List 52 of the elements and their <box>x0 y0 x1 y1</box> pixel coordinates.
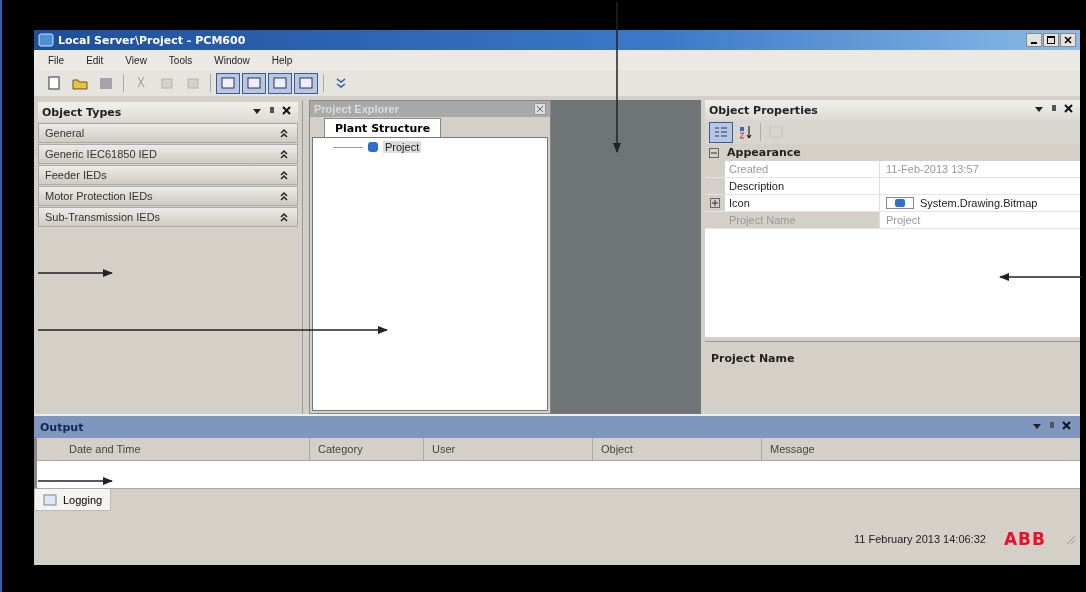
toolbar-icon[interactable] <box>216 72 240 94</box>
category-label: Appearance <box>727 146 801 159</box>
description-title: Project Name <box>711 352 795 365</box>
tree-item[interactable]: Project <box>383 141 422 153</box>
menu-item[interactable]: Window <box>214 54 250 66</box>
panel-title: Object Properties <box>709 103 818 117</box>
status-datetime: 11 February 2013 14:06:32 <box>854 533 986 545</box>
column-header[interactable]: Message <box>762 438 1080 460</box>
tab[interactable]: Plant Structure <box>324 118 442 137</box>
log-icon <box>43 493 57 506</box>
category-bar[interactable]: General <box>38 123 298 143</box>
column-header[interactable]: Object <box>593 438 762 460</box>
toolbar-icon[interactable] <box>294 72 318 94</box>
menu-item[interactable]: View <box>125 54 147 66</box>
property-name[interactable]: Icon <box>725 195 880 211</box>
close-button[interactable] <box>1060 33 1076 47</box>
app-icon <box>38 33 54 47</box>
menu-item[interactable]: Tools <box>168 54 193 66</box>
panel-title: Object Types <box>42 105 122 119</box>
expand-icon <box>710 198 720 208</box>
toolbar-icon[interactable] <box>242 72 266 94</box>
property-name[interactable]: Description <box>725 178 880 194</box>
property-value: 11-Feb-2013 13:57 <box>886 163 979 175</box>
logo: ABB <box>1003 529 1046 549</box>
categorized-icon[interactable] <box>709 121 733 143</box>
resize-grip-icon[interactable] <box>1064 533 1076 545</box>
category-bar[interactable]: Generic IEC61850 IED <box>38 144 298 164</box>
row-header[interactable] <box>705 195 725 211</box>
toolbar-icon[interactable] <box>268 72 292 94</box>
property-value: Project <box>886 214 921 226</box>
database-icon <box>367 141 379 153</box>
close-icon <box>536 105 544 113</box>
image-icon <box>886 197 914 209</box>
category-bar[interactable]: Motor Protection IEDs <box>38 186 298 206</box>
window-title: Local Server\Project - PCM600 <box>58 33 246 47</box>
panel-title: Output <box>40 420 84 434</box>
maximize-button[interactable] <box>1043 33 1059 47</box>
maximize-icon <box>1046 35 1056 45</box>
close-icon <box>1063 35 1073 45</box>
menu-item[interactable]: Help <box>271 54 293 66</box>
column-header[interactable]: Date and Time <box>61 438 310 460</box>
menu-item[interactable]: Edit <box>86 54 104 66</box>
minimize-button[interactable] <box>1026 33 1042 47</box>
column-header[interactable]: User <box>424 438 593 460</box>
tab[interactable]: Logging <box>34 489 112 511</box>
menu-item[interactable]: File <box>48 54 65 66</box>
collapse-icon[interactable] <box>709 147 719 158</box>
minimize-icon <box>1031 42 1037 44</box>
category-bar[interactable]: Sub-Transmission IEDs <box>38 207 298 227</box>
category-bar[interactable]: Feeder IEDs <box>38 165 298 185</box>
column-header[interactable]: Category <box>310 438 424 460</box>
property-value: System.Drawing.Bitmap <box>920 197 1038 209</box>
